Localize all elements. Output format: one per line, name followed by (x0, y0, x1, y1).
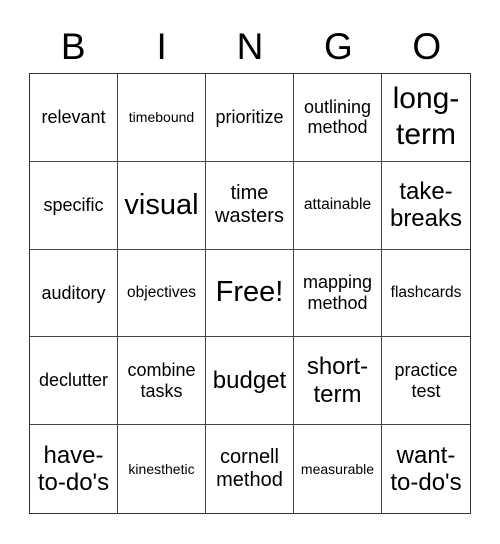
bingo-cell[interactable]: time wasters (206, 161, 294, 250)
bingo-cell[interactable]: timebound (118, 74, 206, 162)
bingo-cell[interactable]: budget (206, 337, 294, 426)
bingo-cell[interactable]: objectives (118, 249, 206, 338)
bingo-cell[interactable]: attainable (294, 161, 382, 250)
header-letter-i: I (156, 26, 167, 67)
bingo-cell[interactable]: take-breaks (382, 162, 470, 250)
bingo-cell[interactable]: specific (30, 161, 118, 250)
bingo-cell[interactable]: want-to-do's (382, 425, 470, 513)
header-letter-o: O (412, 26, 442, 67)
bingo-header: B I N G O (29, 22, 471, 72)
header-letter-n: N (236, 26, 264, 67)
bingo-cell[interactable]: practice test (382, 337, 470, 426)
bingo-cell[interactable]: kinesthetic (118, 425, 206, 513)
bingo-cell[interactable]: combine tasks (118, 337, 206, 426)
bingo-cell[interactable]: flashcards (382, 250, 470, 338)
header-letter-b: B (60, 26, 86, 67)
bingo-grid: relevant timebound prioritize outlining … (29, 73, 471, 514)
bingo-cell[interactable]: measurable (294, 425, 382, 513)
bingo-cell[interactable]: short-term (294, 337, 382, 426)
header-letter-g: G (323, 26, 353, 67)
bingo-cell[interactable]: auditory (30, 249, 118, 338)
bingo-cell[interactable]: long-term (382, 74, 470, 162)
bingo-cell[interactable]: cornell method (206, 425, 294, 513)
bingo-cell[interactable]: have-to-do's (30, 425, 118, 513)
free-space-cell[interactable]: Free! (206, 249, 294, 338)
bingo-cell[interactable]: mapping method (294, 249, 382, 338)
bingo-cell[interactable]: visual (118, 161, 206, 250)
bingo-cell[interactable]: prioritize (206, 74, 294, 162)
bingo-cell[interactable]: outlining method (294, 74, 382, 162)
bingo-cell[interactable]: relevant (30, 74, 118, 162)
bingo-cell[interactable]: declutter (30, 337, 118, 426)
